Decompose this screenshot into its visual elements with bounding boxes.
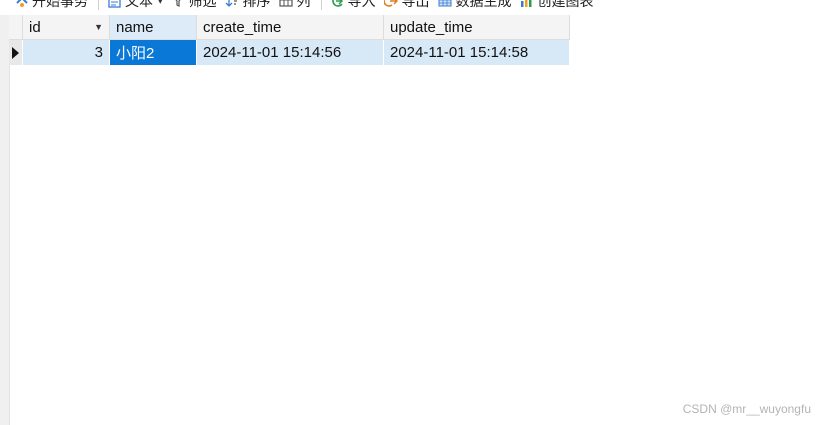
begin-transaction-button[interactable]: 开始事务	[14, 0, 88, 11]
table-row[interactable]: 3 小阳2 2024-11-01 15:14:56 2024-11-01 15:…	[9, 40, 570, 65]
header-corner[interactable]	[9, 15, 23, 40]
current-row-arrow-icon	[12, 46, 19, 59]
sort-icon	[225, 0, 240, 9]
export-icon	[384, 0, 399, 9]
row-selector-gutter	[0, 15, 10, 425]
sort-button[interactable]: 排序	[225, 0, 271, 11]
transaction-icon	[14, 0, 29, 9]
column-header-id[interactable]: id ▼	[23, 15, 110, 40]
text-button[interactable]: 文本 ▾	[107, 0, 163, 11]
filter-icon	[171, 0, 186, 9]
toolbar-divider	[320, 0, 322, 10]
filter-button[interactable]: 筛选	[171, 0, 217, 11]
columns-icon	[279, 0, 294, 9]
sort-desc-icon[interactable]: ▼	[94, 22, 103, 32]
column-header-create-time[interactable]: create_time	[197, 15, 384, 40]
chevron-down-icon: ▾	[158, 0, 163, 6]
column-header-name[interactable]: name	[110, 15, 197, 40]
data-generate-button[interactable]: 数据生成	[438, 0, 512, 11]
export-button[interactable]: 导出	[384, 0, 430, 11]
watermark: CSDN @mr__wuyongfu	[682, 402, 811, 416]
columns-button[interactable]: 列	[279, 0, 311, 11]
data-grid: id ▼ name create_time update_time 3 小阳2 …	[9, 15, 570, 65]
data-generate-icon	[438, 0, 453, 9]
toolbar: 开始事务 文本 ▾ 筛选 排序 列 导入 导出 数据生成 创建图表	[0, 0, 823, 11]
column-header-update-time[interactable]: update_time	[384, 15, 570, 40]
create-chart-button[interactable]: 创建图表	[520, 0, 594, 11]
cell-update-time[interactable]: 2024-11-01 15:14:58	[384, 40, 570, 65]
import-button[interactable]: 导入	[330, 0, 376, 11]
chart-icon	[520, 0, 535, 9]
cell-create-time[interactable]: 2024-11-01 15:14:56	[197, 40, 384, 65]
toolbar-divider	[98, 0, 99, 10]
cell-id[interactable]: 3	[23, 40, 110, 65]
cell-name[interactable]: 小阳2	[110, 40, 197, 65]
import-icon	[330, 0, 345, 9]
text-icon	[107, 0, 122, 9]
row-selector[interactable]	[9, 40, 23, 65]
grid-header-row: id ▼ name create_time update_time	[9, 15, 570, 40]
